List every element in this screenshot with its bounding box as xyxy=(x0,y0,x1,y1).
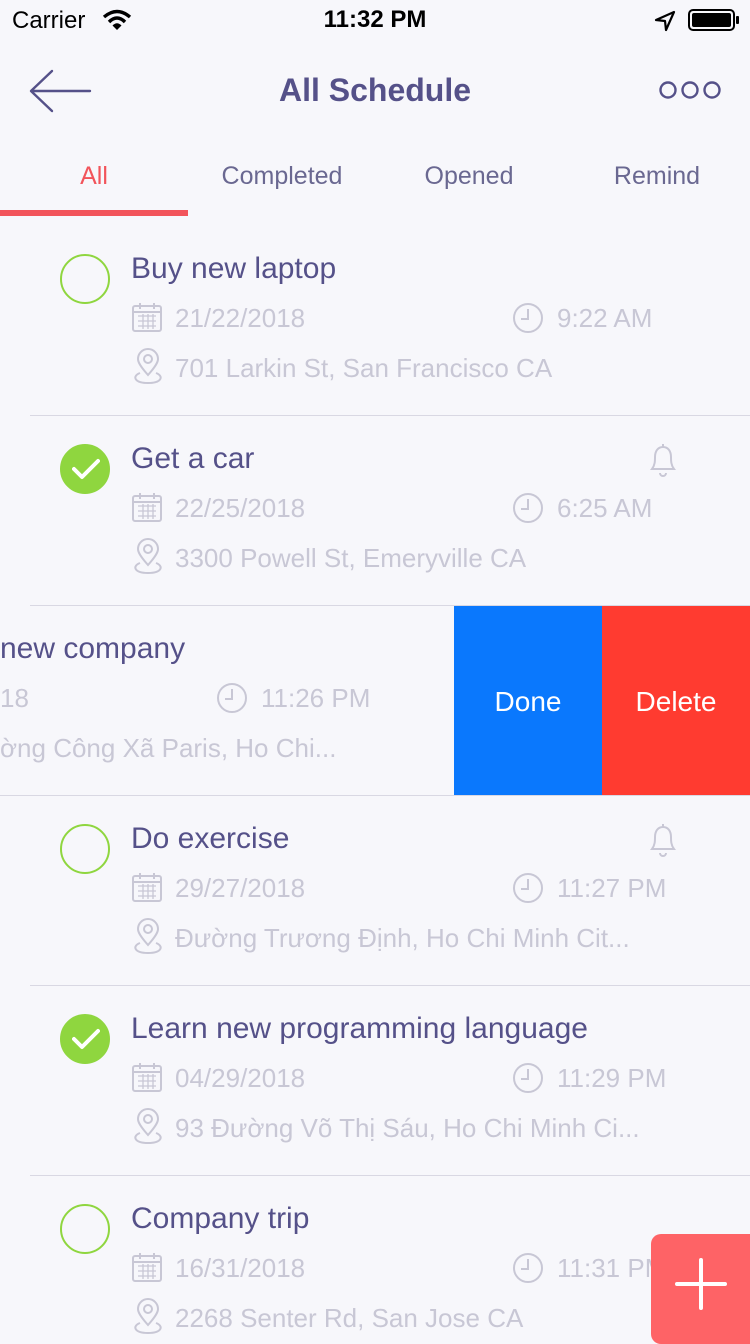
delete-button[interactable]: Delete xyxy=(602,606,750,796)
list-item[interactable]: Company trip 16/31/2018 11:31 PM 2268 Se… xyxy=(0,1176,750,1336)
task-date: 29/27/2018 xyxy=(175,873,306,903)
navigation-bar: All Schedule xyxy=(0,40,750,140)
task-date: 16/31/2018 xyxy=(175,1253,306,1283)
task-time: 11:29 PM xyxy=(557,1063,667,1093)
location-pin-icon xyxy=(134,1298,162,1335)
active-tab-indicator xyxy=(0,210,188,216)
check-circle-completed[interactable] xyxy=(60,444,110,494)
clock-icon xyxy=(513,303,543,333)
filter-tabs: All Completed Opened Remind xyxy=(0,140,750,216)
tab-remind[interactable]: Remind xyxy=(563,140,750,216)
calendar-icon xyxy=(132,873,162,902)
check-circle[interactable] xyxy=(60,824,110,874)
calendar-icon xyxy=(132,493,162,522)
bell-icon[interactable] xyxy=(646,822,680,858)
task-time: 11:26 PM xyxy=(261,683,371,713)
list-item[interactable]: Buy new laptop 21/22/2018 9:22 AM 701 La… xyxy=(0,226,750,416)
task-address: Đường Trương Định, Ho Chi Minh Cit... xyxy=(175,923,630,953)
calendar-icon xyxy=(132,1063,162,1092)
task-title: new company xyxy=(0,632,186,665)
task-title: Get a car xyxy=(131,442,255,475)
clock-icon xyxy=(217,683,247,713)
tab-all[interactable]: All xyxy=(0,140,188,216)
clock-icon xyxy=(513,873,543,903)
plus-icon xyxy=(675,1258,727,1310)
more-dots-icon[interactable] xyxy=(658,78,722,104)
task-address: 3300 Powell St, Emeryville CA xyxy=(175,543,527,573)
status-time: 11:32 PM xyxy=(323,6,427,33)
list-item[interactable]: Learn new programming language 04/29/201… xyxy=(0,986,750,1176)
check-circle[interactable] xyxy=(60,1204,110,1254)
location-pin-icon xyxy=(134,538,162,575)
task-address: 2268 Senter Rd, San Jose CA xyxy=(175,1303,524,1333)
bell-icon[interactable] xyxy=(646,442,680,478)
location-pin-icon xyxy=(134,918,162,955)
task-time: 11:27 PM xyxy=(557,873,667,903)
task-time: 11:31 PM xyxy=(557,1253,667,1283)
schedule-list: Buy new laptop 21/22/2018 9:22 AM 701 La… xyxy=(0,226,750,1336)
task-date: 18 xyxy=(0,683,29,713)
task-title: Do exercise xyxy=(131,822,290,855)
calendar-icon xyxy=(132,303,162,332)
clock-icon xyxy=(513,1063,543,1093)
list-item[interactable]: Do exercise 29/27/2018 11:27 PM Đường Tr… xyxy=(0,796,750,986)
task-time: 6:25 AM xyxy=(557,493,653,523)
calendar-icon xyxy=(132,1253,162,1282)
check-circle[interactable] xyxy=(60,254,110,304)
check-circle-completed[interactable] xyxy=(60,1014,110,1064)
clock-icon xyxy=(513,493,543,523)
list-item[interactable]: Get a car 22/25/2018 6:25 AM 3300 Powell… xyxy=(0,416,750,606)
tab-completed[interactable]: Completed xyxy=(188,140,376,216)
location-pin-icon xyxy=(134,348,162,385)
task-date: 21/22/2018 xyxy=(175,303,306,333)
location-pin-icon xyxy=(134,1108,162,1145)
battery-icon xyxy=(688,9,739,31)
task-title: Company trip xyxy=(131,1202,310,1235)
task-date: 22/25/2018 xyxy=(175,493,306,523)
status-bar: Carrier 11:32 PM xyxy=(0,0,750,40)
task-address: 701 Larkin St, San Francisco CA xyxy=(175,353,553,383)
add-schedule-button[interactable] xyxy=(651,1234,750,1344)
done-button[interactable]: Done xyxy=(454,606,602,796)
page-title: All Schedule xyxy=(278,72,472,108)
task-title: Learn new programming language xyxy=(131,1012,588,1045)
task-address: 93 Đường Võ Thị Sáu, Ho Chi Minh Ci... xyxy=(175,1113,640,1143)
task-title: Buy new laptop xyxy=(131,252,337,285)
clock-icon xyxy=(513,1253,543,1283)
task-address: ờng Công Xã Paris, Ho Chi... xyxy=(0,733,337,763)
task-date: 04/29/2018 xyxy=(175,1063,306,1093)
list-item-swiped[interactable]: new company 18 11:26 PM ờng Công Xã Pari… xyxy=(0,606,750,796)
checkmark-icon xyxy=(72,459,100,479)
location-arrow-icon xyxy=(654,10,676,32)
checkmark-icon xyxy=(72,1029,100,1049)
task-time: 9:22 AM xyxy=(557,303,653,333)
tab-opened[interactable]: Opened xyxy=(375,140,563,216)
